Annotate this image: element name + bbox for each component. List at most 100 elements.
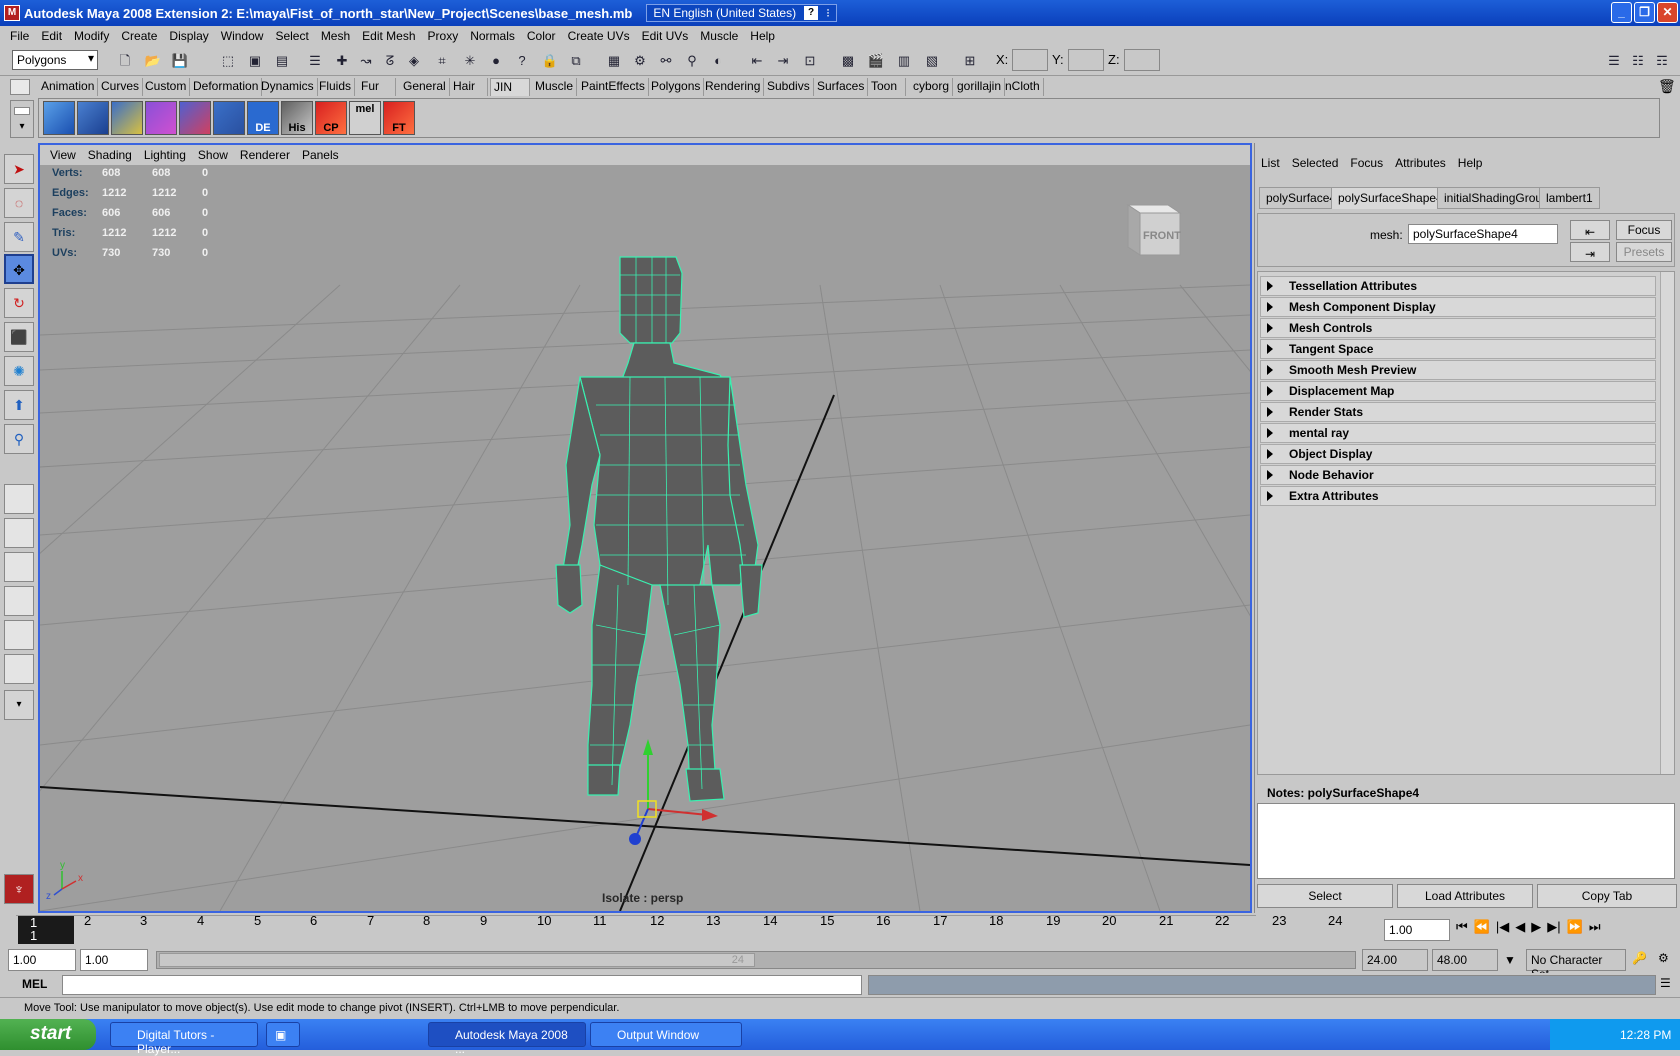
ae-menu-focus[interactable]: Focus — [1344, 156, 1389, 170]
viewport-menu-show[interactable]: Show — [192, 148, 234, 162]
start-button[interactable]: start — [0, 1019, 96, 1050]
section-displacement-map[interactable]: Displacement Map — [1260, 381, 1656, 401]
select-object-icon[interactable]: ▣ — [245, 51, 265, 71]
output-icon[interactable]: ⇥ — [773, 51, 793, 71]
snap-curve-icon[interactable]: ↝ — [356, 51, 376, 71]
shelf-tab-jin[interactable]: JIN — [490, 78, 530, 96]
render-globals-icon[interactable]: ▧ — [922, 51, 942, 71]
shelf-button-3[interactable] — [111, 101, 143, 135]
task-output-window[interactable]: Output Window — [590, 1022, 742, 1047]
current-frame-field[interactable]: 1.00 — [1384, 919, 1450, 941]
chevron-down-icon[interactable]: ⁝ — [826, 6, 830, 20]
snap-point-icon[interactable]: ᘔ — [380, 51, 400, 71]
step-forward-frame-icon[interactable]: ▶| — [1547, 919, 1560, 935]
section-extra-attributes[interactable]: Extra Attributes — [1260, 486, 1656, 506]
notes-field[interactable] — [1257, 803, 1675, 879]
shelf-button-1[interactable] — [43, 101, 75, 135]
load-attributes-button[interactable]: Load Attributes — [1397, 884, 1533, 908]
minimize-button[interactable]: _ — [1611, 2, 1632, 23]
attribute-icon[interactable]: ⊡ — [800, 51, 820, 71]
soft-modification-icon[interactable]: ⬆ — [4, 390, 34, 420]
shelf-button-cp[interactable]: CP — [315, 101, 347, 135]
shelf-tab-hair[interactable]: Hair — [450, 78, 488, 96]
construction-history-icon[interactable]: ▦ — [604, 51, 624, 71]
shelf-button-his[interactable]: His — [281, 101, 313, 135]
layout-single-perspective-icon[interactable] — [4, 484, 34, 514]
go-to-end-icon[interactable]: ⏭ — [1589, 919, 1601, 935]
menu-select[interactable]: Select — [269, 29, 314, 43]
show-manipulator-icon[interactable]: ⚲ — [4, 424, 34, 454]
menu-proxy[interactable]: Proxy — [422, 29, 465, 43]
layout-persp-graph-icon[interactable] — [4, 586, 34, 616]
shelf-tab-cyborg[interactable]: cyborg — [910, 78, 954, 96]
viewport-menu-lighting[interactable]: Lighting — [138, 148, 192, 162]
character-set-dropdown[interactable]: No Character Set — [1526, 949, 1626, 981]
menu-edit-mesh[interactable]: Edit Mesh — [356, 29, 421, 43]
play-backwards-icon[interactable]: ◀ — [1515, 919, 1525, 935]
ipr-render-icon[interactable]: ⚯ — [656, 51, 676, 71]
step-forward-key-icon[interactable]: ⏩ — [1567, 919, 1583, 935]
shelf-tab-fluids[interactable]: Fluids — [316, 78, 356, 96]
viewport-menu-shading[interactable]: Shading — [82, 148, 138, 162]
open-scene-icon[interactable]: 📂 — [143, 51, 163, 71]
shelf-tab-curves[interactable]: Curves — [98, 78, 144, 96]
mesh-left-foot[interactable] — [587, 764, 621, 796]
mesh-name-field[interactable]: polySurfaceShape4 — [1408, 224, 1558, 244]
script-editor-icon[interactable]: ☰ — [1660, 976, 1671, 990]
y-field[interactable] — [1068, 49, 1104, 71]
shelf-button-de[interactable]: DE — [247, 101, 279, 135]
viewport-menu-renderer[interactable]: Renderer — [234, 148, 296, 162]
render-current-icon[interactable]: ⚙ — [630, 51, 650, 71]
lasso-tool-icon[interactable]: ◌ — [4, 188, 34, 218]
menu-modify[interactable]: Modify — [68, 29, 115, 43]
menu-set-dropdown[interactable]: Polygons ▾ — [12, 50, 98, 70]
shelf-tab-muscle[interactable]: Muscle — [532, 78, 578, 96]
mel-input[interactable] — [62, 975, 862, 995]
snap-sphere-icon[interactable]: ● — [486, 51, 506, 71]
current-frame-marker[interactable]: 11 — [18, 916, 74, 944]
menu-edit[interactable]: Edit — [35, 29, 68, 43]
ae-scrollbar[interactable] — [1660, 272, 1674, 774]
focus-button[interactable]: Focus — [1616, 220, 1672, 240]
copy-tab-button[interactable]: Copy Tab — [1537, 884, 1677, 908]
toggle-attribute-editor-icon[interactable]: ☰ — [1604, 51, 1624, 71]
viewport-menu-view[interactable]: View — [44, 148, 82, 162]
layout-hypershade-icon[interactable] — [4, 620, 34, 650]
section-node-behavior[interactable]: Node Behavior — [1260, 465, 1656, 485]
view-cube-side[interactable] — [1127, 204, 1141, 256]
toggle-channel-box-icon[interactable]: ☶ — [1652, 51, 1672, 71]
shelf-tab-fur[interactable]: Fur — [358, 78, 396, 96]
chevron-down-icon[interactable]: ▼ — [1504, 953, 1516, 967]
lock-icon[interactable]: 🔒 — [540, 51, 560, 71]
shelf-tab-polygons[interactable]: Polygons — [648, 78, 705, 96]
range-bar[interactable]: 24 — [159, 953, 755, 967]
shelf-button-mel[interactable]: mel — [349, 101, 381, 135]
help-icon[interactable]: ? — [804, 6, 819, 20]
select-node-icon[interactable]: ⇤ — [1570, 220, 1610, 240]
go-to-start-icon[interactable]: ⏮ — [1456, 919, 1468, 935]
shelf-tab-rendering[interactable]: Rendering — [702, 78, 765, 96]
menu-edit-uvs[interactable]: Edit UVs — [636, 29, 695, 43]
snap-live-icon[interactable]: ✳ — [460, 51, 480, 71]
select-tool-icon[interactable]: ➤ — [4, 154, 34, 184]
ae-menu-help[interactable]: Help — [1452, 156, 1489, 170]
layout-outliner-persp-icon[interactable] — [4, 552, 34, 582]
ae-tab-polysurfaceshape4[interactable]: polySurfaceShape4 — [1331, 187, 1450, 209]
maximize-button[interactable]: ❐ — [1634, 2, 1655, 23]
ae-tab-initialshadinggroup[interactable]: initialShadingGroup — [1437, 187, 1556, 209]
clapper-icon[interactable]: 🎬 — [866, 51, 886, 71]
shelf-button-2[interactable] — [77, 101, 109, 135]
section-tessellation[interactable]: Tessellation Attributes — [1260, 276, 1656, 296]
ipr-icon[interactable]: ▥ — [894, 51, 914, 71]
shelf-tab-subdivs[interactable]: Subdivs — [764, 78, 814, 96]
language-bar[interactable]: EN English (United States)? ⁝ — [646, 4, 837, 22]
end-time-field[interactable]: 48.00 — [1432, 949, 1498, 971]
input-output-icon[interactable]: ⇤ — [747, 51, 767, 71]
manip-z-cone[interactable] — [629, 833, 641, 845]
perspective-viewport[interactable]: View Shading Lighting Show Renderer Pane… — [38, 143, 1252, 913]
task-digital-tutors[interactable]: Digital Tutors - Player... — [110, 1022, 258, 1056]
shelf-tab-ncloth[interactable]: nCloth — [1002, 78, 1044, 96]
rotate-tool-icon[interactable]: ↻ — [4, 288, 34, 318]
snap-grid-icon[interactable]: ✚ — [332, 51, 352, 71]
menu-window[interactable]: Window — [215, 29, 270, 43]
